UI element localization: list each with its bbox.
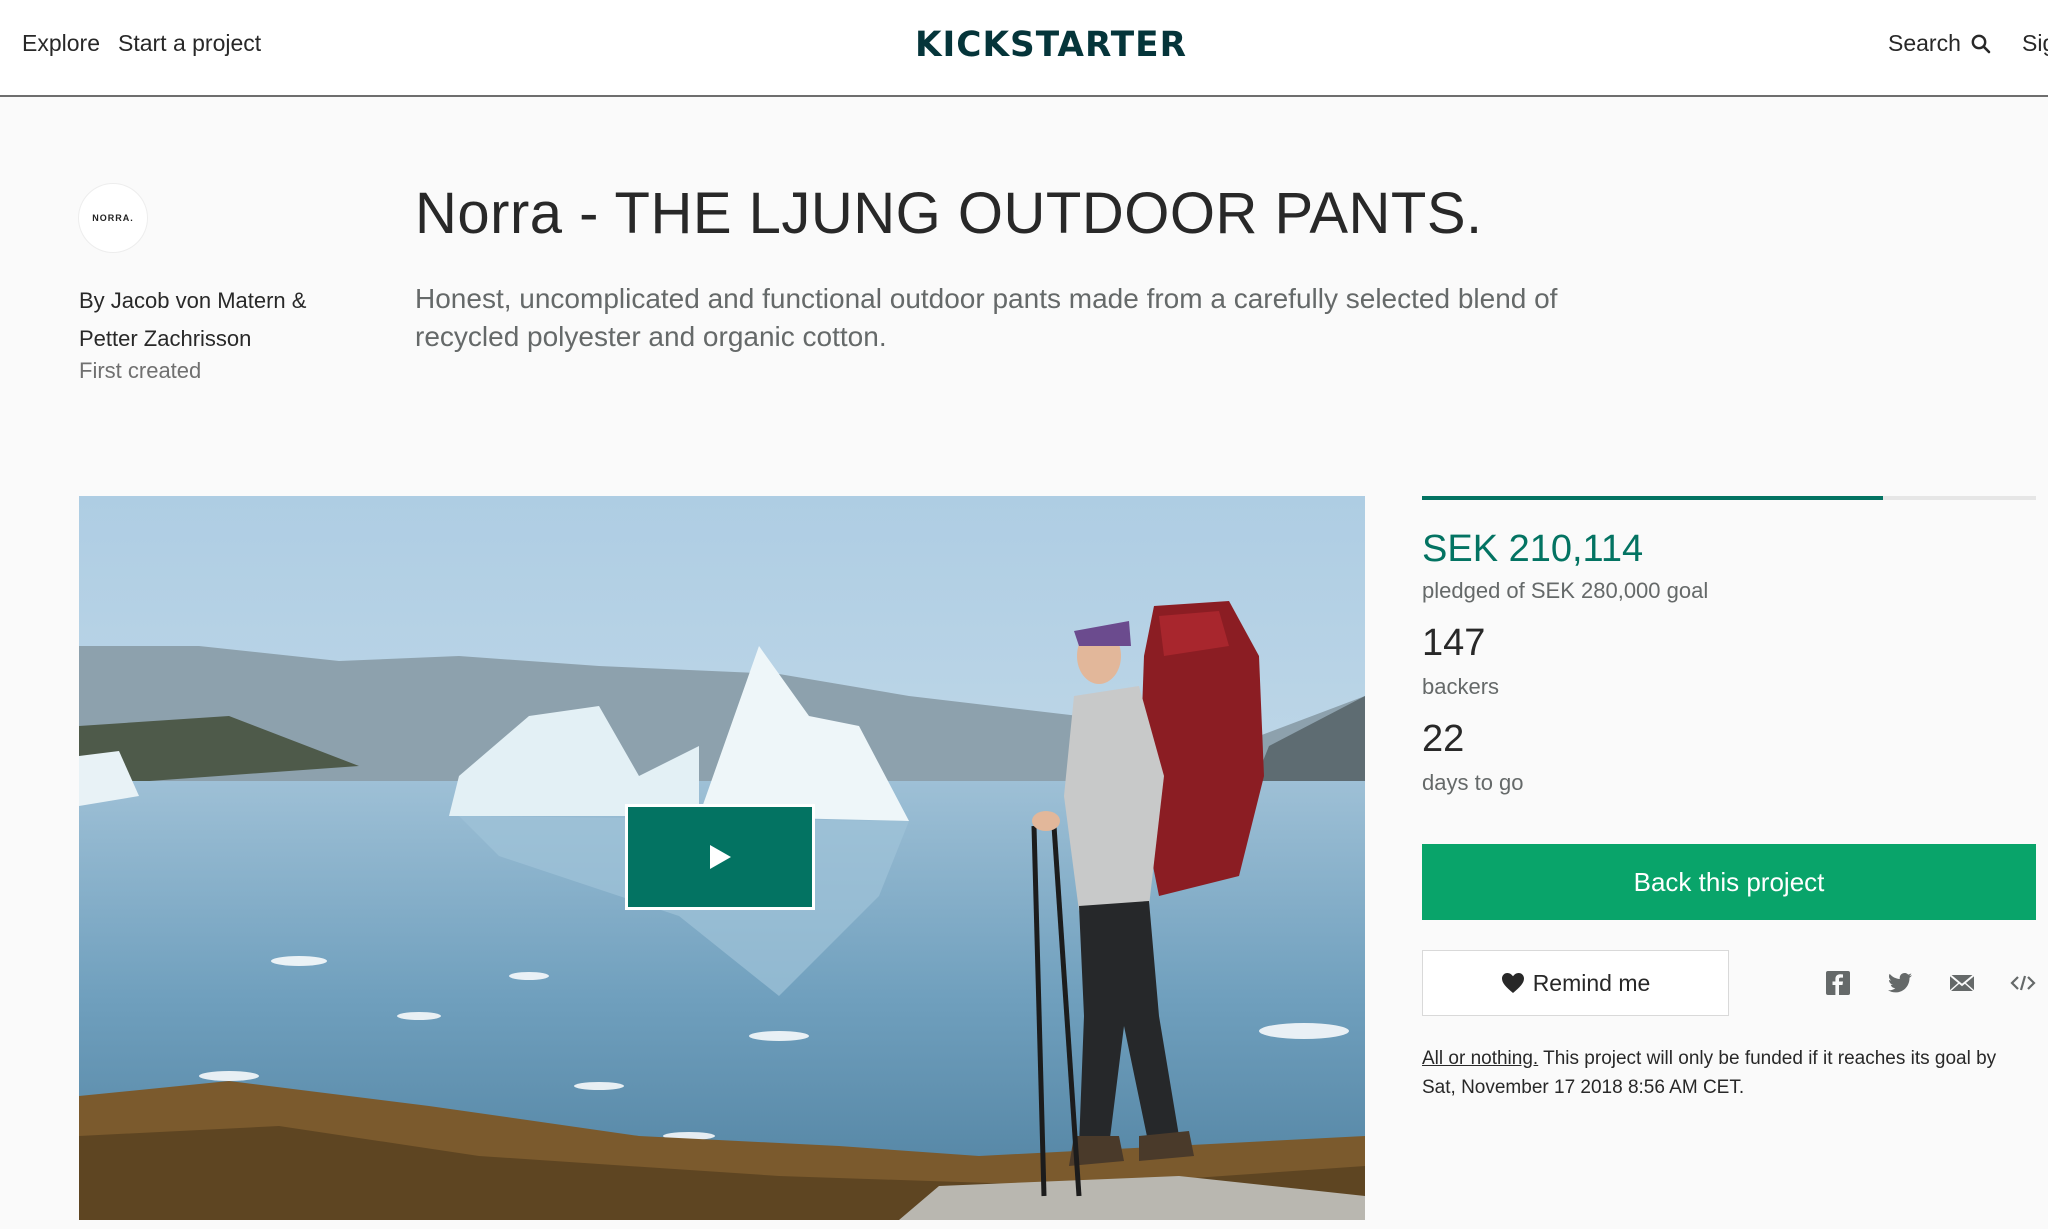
play-video-button[interactable] bbox=[625, 804, 815, 910]
all-or-nothing-link[interactable]: All or nothing. bbox=[1422, 1048, 1538, 1069]
sign-in-link[interactable]: Sig bbox=[2022, 30, 2048, 57]
funding-policy-note: All or nothing. This project will only b… bbox=[1422, 1044, 2034, 1102]
funding-progress-bar bbox=[1422, 496, 2036, 500]
kickstarter-logo[interactable]: KICKSTARTER bbox=[913, 26, 1189, 60]
remind-me-button[interactable]: Remind me bbox=[1422, 950, 1729, 1016]
project-blurb: Honest, uncomplicated and functional out… bbox=[415, 283, 1558, 352]
days-to-go-count: 22 bbox=[1422, 718, 1465, 760]
logo-wordmark: KICKSTARTER bbox=[915, 26, 1187, 60]
search-icon bbox=[1971, 34, 1991, 53]
pledged-goal-label: pledged of SEK 280,000 goal bbox=[1422, 578, 1709, 603]
embed-icon[interactable] bbox=[2010, 970, 2036, 996]
creator-byline[interactable]: By Jacob von Matern & Petter Zachrisson bbox=[79, 282, 339, 358]
back-this-project-button[interactable]: Back this project bbox=[1422, 844, 2036, 920]
search-label: Search bbox=[1888, 30, 1961, 56]
backers-count: 147 bbox=[1422, 622, 1486, 664]
pledged-amount: SEK 210,114 bbox=[1422, 528, 1644, 570]
project-title: Norra - THE LJUNG OUTDOOR PANTS. bbox=[415, 181, 1483, 246]
email-icon[interactable] bbox=[1949, 970, 1975, 996]
top-navigation-bar: Explore Start a project KICKSTARTER Sear… bbox=[0, 0, 2048, 97]
days-to-go-label: days to go bbox=[1422, 770, 1524, 795]
play-icon bbox=[710, 845, 731, 869]
project-video[interactable] bbox=[79, 496, 1365, 1220]
backers-label: backers bbox=[1422, 674, 1500, 699]
funding-progress-fill bbox=[1422, 496, 1883, 500]
first-created-label: First created bbox=[79, 358, 202, 383]
creator-avatar[interactable]: NORRA. bbox=[79, 184, 147, 252]
facebook-icon[interactable] bbox=[1825, 970, 1851, 996]
remind-me-label: Remind me bbox=[1532, 969, 1651, 996]
nav-start-project-link[interactable]: Start a project bbox=[118, 30, 261, 57]
search-button[interactable]: Search bbox=[1888, 30, 1991, 57]
heart-icon bbox=[1501, 973, 1524, 993]
nav-explore-link[interactable]: Explore bbox=[22, 30, 100, 57]
twitter-icon[interactable] bbox=[1887, 970, 1913, 996]
